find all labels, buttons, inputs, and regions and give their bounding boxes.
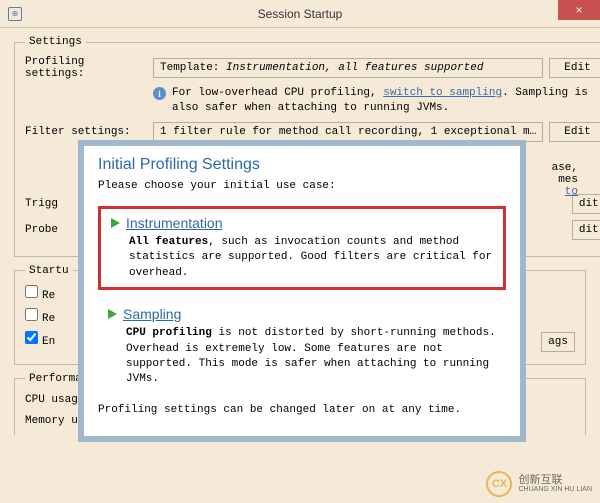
- profiling-label: Profiling settings:: [25, 56, 147, 80]
- close-button[interactable]: ×: [558, 0, 600, 20]
- watermark-text: 创新互联 CHUANG XIN HU LIAN: [518, 474, 592, 494]
- titlebar: ⊕ Session Startup ×: [0, 0, 600, 28]
- filter-edit-button[interactable]: Edit: [549, 122, 600, 142]
- profiling-template-field[interactable]: Template: Instrumentation, all features …: [153, 58, 543, 78]
- dialog-footer: Profiling settings can be changed later …: [98, 404, 506, 416]
- template-prefix: Template:: [160, 62, 226, 74]
- info-text: For low-overhead CPU profiling, switch t…: [172, 86, 600, 116]
- app-icon: ⊕: [8, 7, 22, 21]
- window-title: Session Startup: [258, 7, 343, 21]
- option-sampling[interactable]: Sampling CPU profiling is not distorted …: [98, 300, 506, 394]
- info-pre: For low-overhead CPU profiling,: [172, 87, 383, 99]
- startup-legend: Startu: [25, 265, 73, 277]
- profiling-row: Profiling settings: Template: Instrument…: [25, 56, 600, 80]
- arrow-right-icon: [111, 218, 120, 228]
- option-instrumentation[interactable]: Instrumentation All features, such as in…: [98, 206, 506, 290]
- sampling-desc: CPU profiling is not distorted by short-…: [126, 326, 496, 388]
- dialog-title: Initial Profiling Settings: [98, 156, 506, 174]
- obscured-text: ase, mes to: [552, 162, 578, 198]
- startup-button[interactable]: ags: [541, 332, 575, 352]
- info-icon: i: [153, 87, 166, 100]
- template-value: Instrumentation, all features supported: [226, 62, 483, 74]
- switch-to-sampling-link[interactable]: switch to sampling: [383, 87, 502, 99]
- filter-label: Filter settings:: [25, 126, 147, 138]
- initial-profiling-dialog: Initial Profiling Settings Please choose…: [78, 140, 526, 442]
- sampling-link[interactable]: Sampling: [123, 306, 181, 322]
- checkbox-2[interactable]: [25, 308, 38, 321]
- filter-row: Filter settings: 1 filter rule for metho…: [25, 122, 600, 142]
- obscured-link[interactable]: to: [552, 186, 578, 198]
- filter-field[interactable]: 1 filter rule for method call recording,…: [153, 122, 543, 142]
- watermark: CX 创新互联 CHUANG XIN HU LIAN: [486, 471, 592, 497]
- dialog-subtitle: Please choose your initial use case:: [98, 180, 506, 192]
- probe-edit-button[interactable]: dit: [572, 220, 600, 240]
- profiling-edit-button[interactable]: Edit: [549, 58, 600, 78]
- instrumentation-link[interactable]: Instrumentation: [126, 215, 223, 231]
- checkbox-1[interactable]: [25, 285, 38, 298]
- settings-legend: Settings: [25, 36, 86, 48]
- checkbox-3[interactable]: [25, 331, 38, 344]
- instrumentation-desc: All features, such as invocation counts …: [129, 235, 493, 281]
- arrow-right-icon: [108, 309, 117, 319]
- watermark-logo-icon: CX: [486, 471, 512, 497]
- profiling-info: i For low-overhead CPU profiling, switch…: [153, 86, 600, 116]
